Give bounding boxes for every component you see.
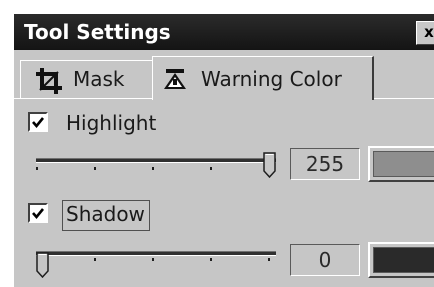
tab-mask-label: Mask — [73, 67, 125, 91]
slider-tick — [210, 167, 212, 170]
shadow-slider-track[interactable] — [36, 251, 276, 256]
checkmark-icon — [32, 208, 45, 220]
tool-settings-panel: Tool Settings x Mask Warning Color Highl… — [14, 14, 434, 287]
title-bar[interactable]: Tool Settings x — [14, 14, 434, 50]
shadow-slider-thumb[interactable] — [36, 252, 49, 278]
checkmark-icon — [32, 117, 45, 129]
shadow-value-field[interactable]: 0 — [290, 244, 360, 276]
close-button[interactable]: x — [416, 21, 434, 45]
slider-tick — [152, 167, 154, 170]
tab-warning-color[interactable]: Warning Color — [152, 56, 374, 100]
tab-warning-color-label: Warning Color — [201, 67, 342, 91]
crop-icon — [36, 68, 62, 94]
shadow-color-swatch[interactable] — [368, 242, 434, 278]
highlight-checkbox[interactable] — [28, 112, 48, 132]
highlight-swatch-color — [373, 151, 434, 177]
slider-tick — [152, 258, 154, 261]
slider-tick — [94, 258, 96, 261]
shadow-swatch-color — [373, 247, 434, 273]
highlight-value-field[interactable]: 255 — [290, 148, 360, 180]
shadow-label: Shadow — [66, 202, 145, 226]
tab-mask[interactable]: Mask — [20, 60, 154, 98]
warning-color-icon — [164, 69, 186, 89]
highlight-color-swatch[interactable] — [368, 146, 434, 182]
slider-tick — [36, 167, 38, 170]
window-title: Tool Settings — [24, 20, 171, 44]
highlight-slider-thumb[interactable] — [263, 152, 276, 178]
shadow-checkbox[interactable] — [28, 203, 48, 223]
slider-tick — [210, 258, 212, 261]
slider-tick — [94, 167, 96, 170]
highlight-label: Highlight — [66, 111, 157, 135]
highlight-slider-track[interactable] — [36, 158, 276, 163]
slider-tick — [268, 258, 270, 261]
